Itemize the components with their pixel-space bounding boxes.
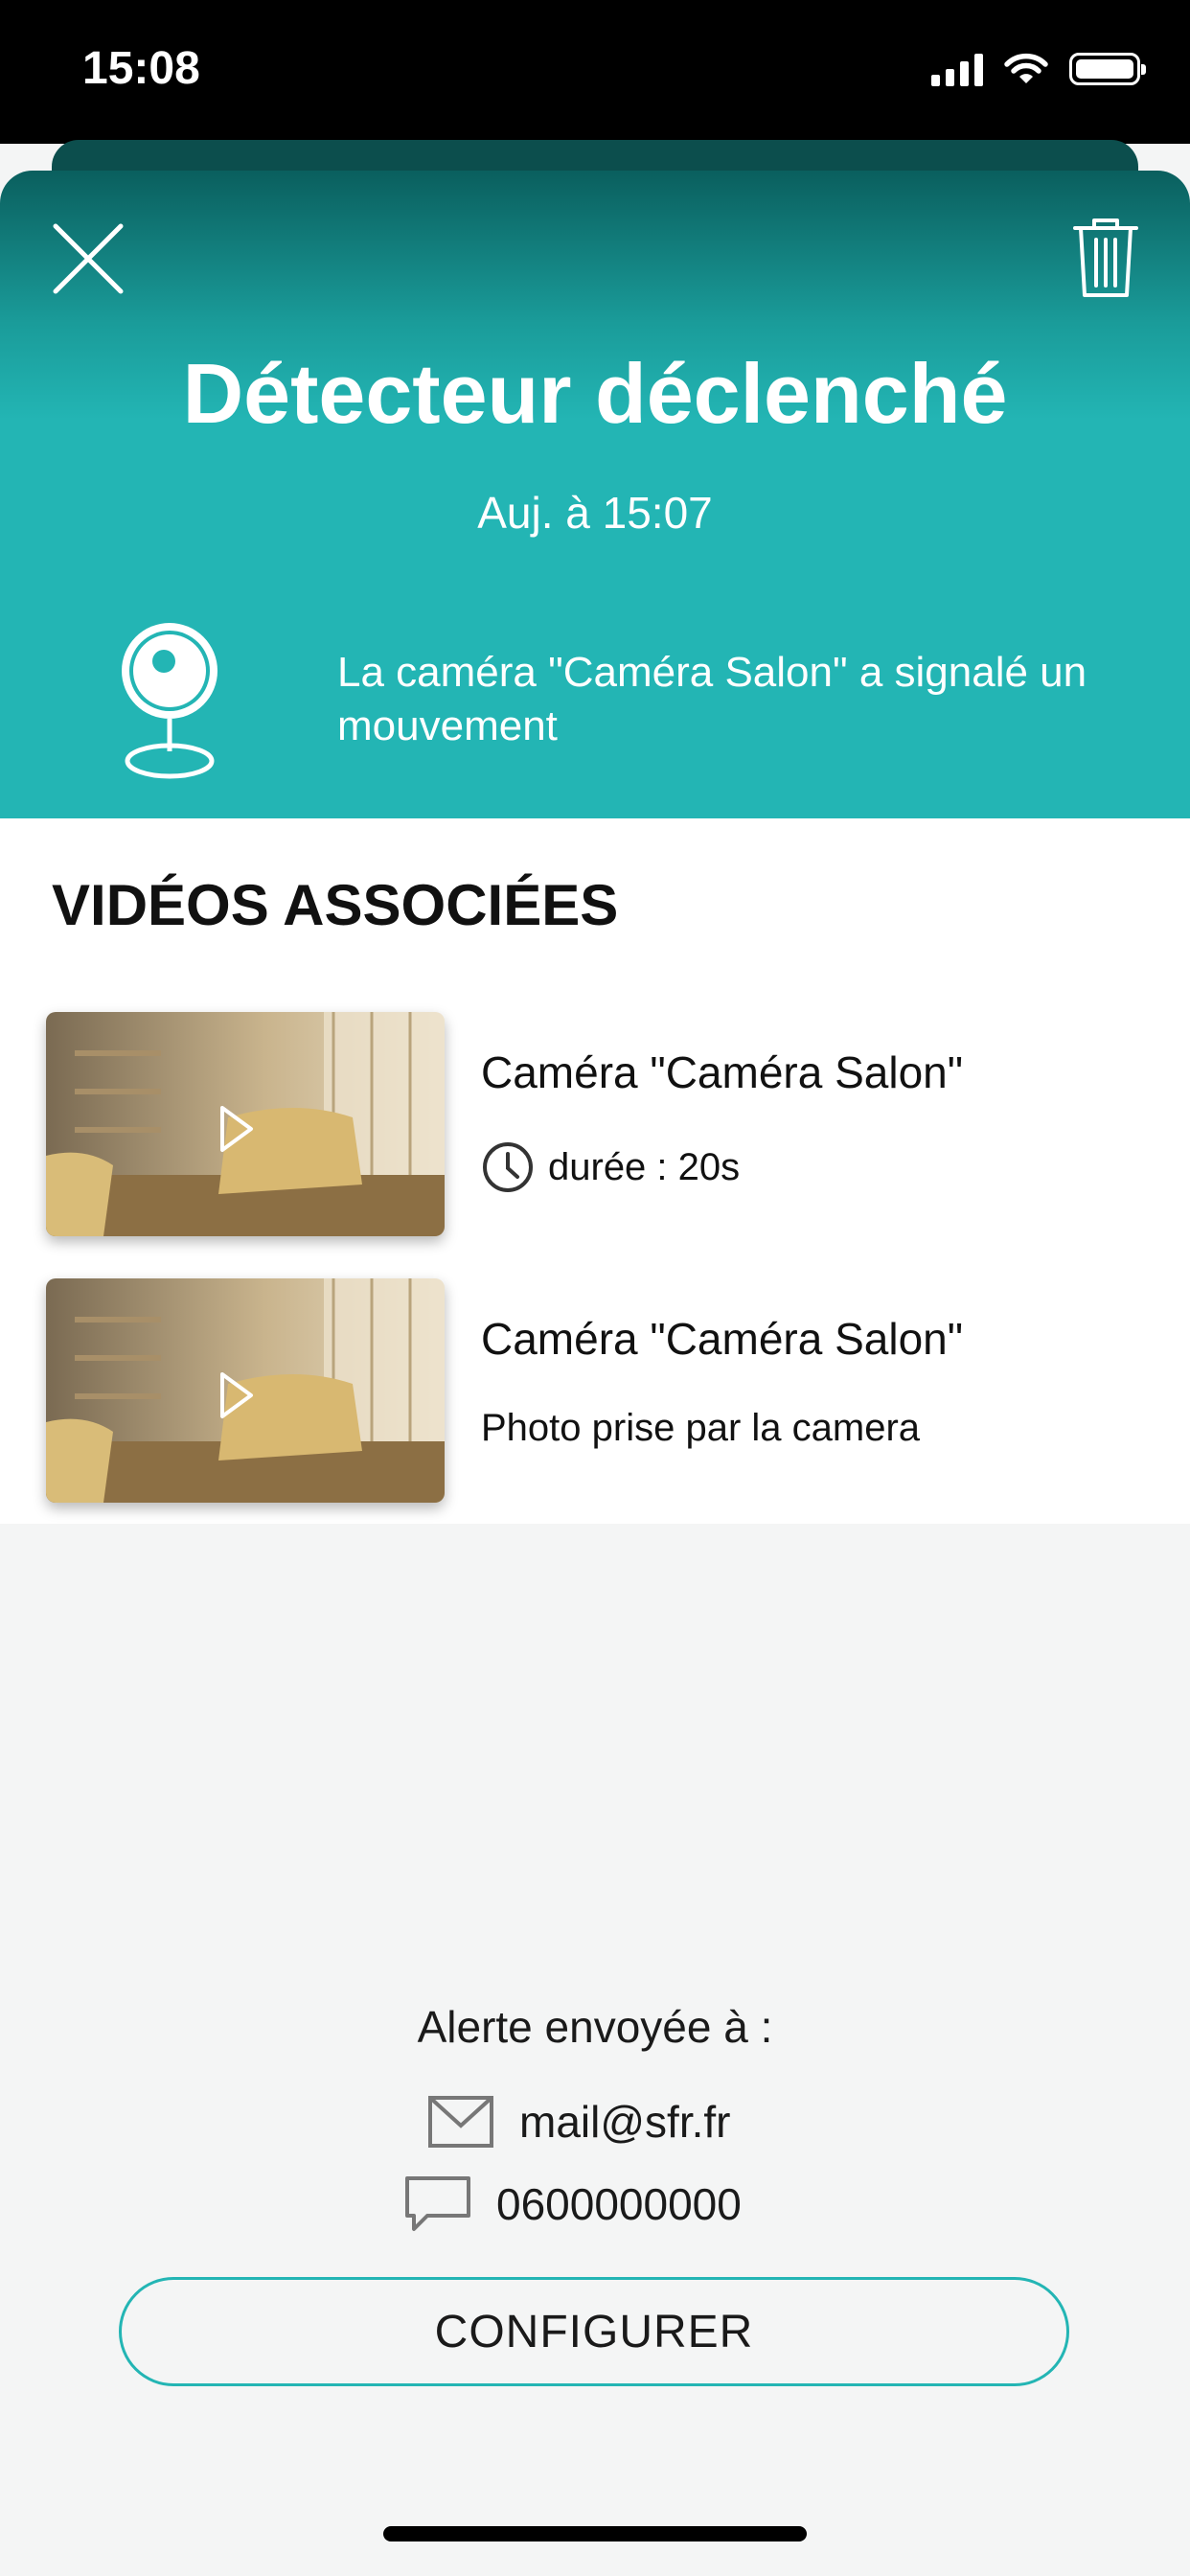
page-title: Détecteur déclenché <box>182 346 1008 441</box>
associated-videos-section: VIDÉOS ASSOCIÉES Caméra "Caméra Salon" d… <box>0 818 1190 1524</box>
alert-header: Détecteur déclenché Auj. à 15:07 La camé… <box>0 171 1190 818</box>
video-subtitle: Photo prise par la camera <box>481 1407 921 1449</box>
video-title: Caméra "Caméra Salon" <box>481 1047 964 1097</box>
email-text: mail@sfr.fr <box>519 2097 731 2147</box>
section-title: VIDÉOS ASSOCIÉES <box>52 873 619 937</box>
cellular-signal-icon <box>931 52 983 86</box>
alert-sent-label: Alerte envoyée à : <box>417 2002 773 2052</box>
alert-date: Auj. à 15:07 <box>477 488 713 538</box>
configure-button[interactable]: CONFIGURER <box>119 2277 1069 2386</box>
wifi-icon <box>1004 53 1048 83</box>
video-duration: durée : 20s <box>481 1140 740 1194</box>
message-bubble-icon <box>405 2176 470 2231</box>
video-duration-text: durée : 20s <box>548 1145 741 1188</box>
battery-icon <box>1069 53 1146 85</box>
close-icon[interactable] <box>48 218 128 299</box>
video-thumbnail[interactable] <box>46 1012 445 1236</box>
sms-recipient: 0600000000 <box>404 2175 742 2233</box>
trash-icon[interactable] <box>1069 215 1142 301</box>
camera-icon <box>122 623 217 779</box>
clock-icon <box>483 1142 533 1192</box>
video-item[interactable]: Caméra "Caméra Salon" durée : 20s <box>46 1012 1157 1236</box>
home-indicator <box>383 2526 807 2542</box>
phone-text: 0600000000 <box>496 2179 742 2229</box>
status-time: 15:08 <box>82 43 200 94</box>
status-bar: 15:08 <box>0 0 1190 144</box>
video-item[interactable]: Caméra "Caméra Salon" Photo prise par la… <box>46 1278 1157 1503</box>
video-title: Caméra "Caméra Salon" <box>481 1314 964 1364</box>
status-icons <box>931 52 1146 86</box>
alert-message: La caméra "Caméra Salon" a signalé un mo… <box>337 649 1087 749</box>
mail-icon <box>428 2096 493 2148</box>
email-recipient: mail@sfr.fr <box>427 2095 730 2149</box>
video-thumbnail[interactable] <box>46 1278 445 1503</box>
